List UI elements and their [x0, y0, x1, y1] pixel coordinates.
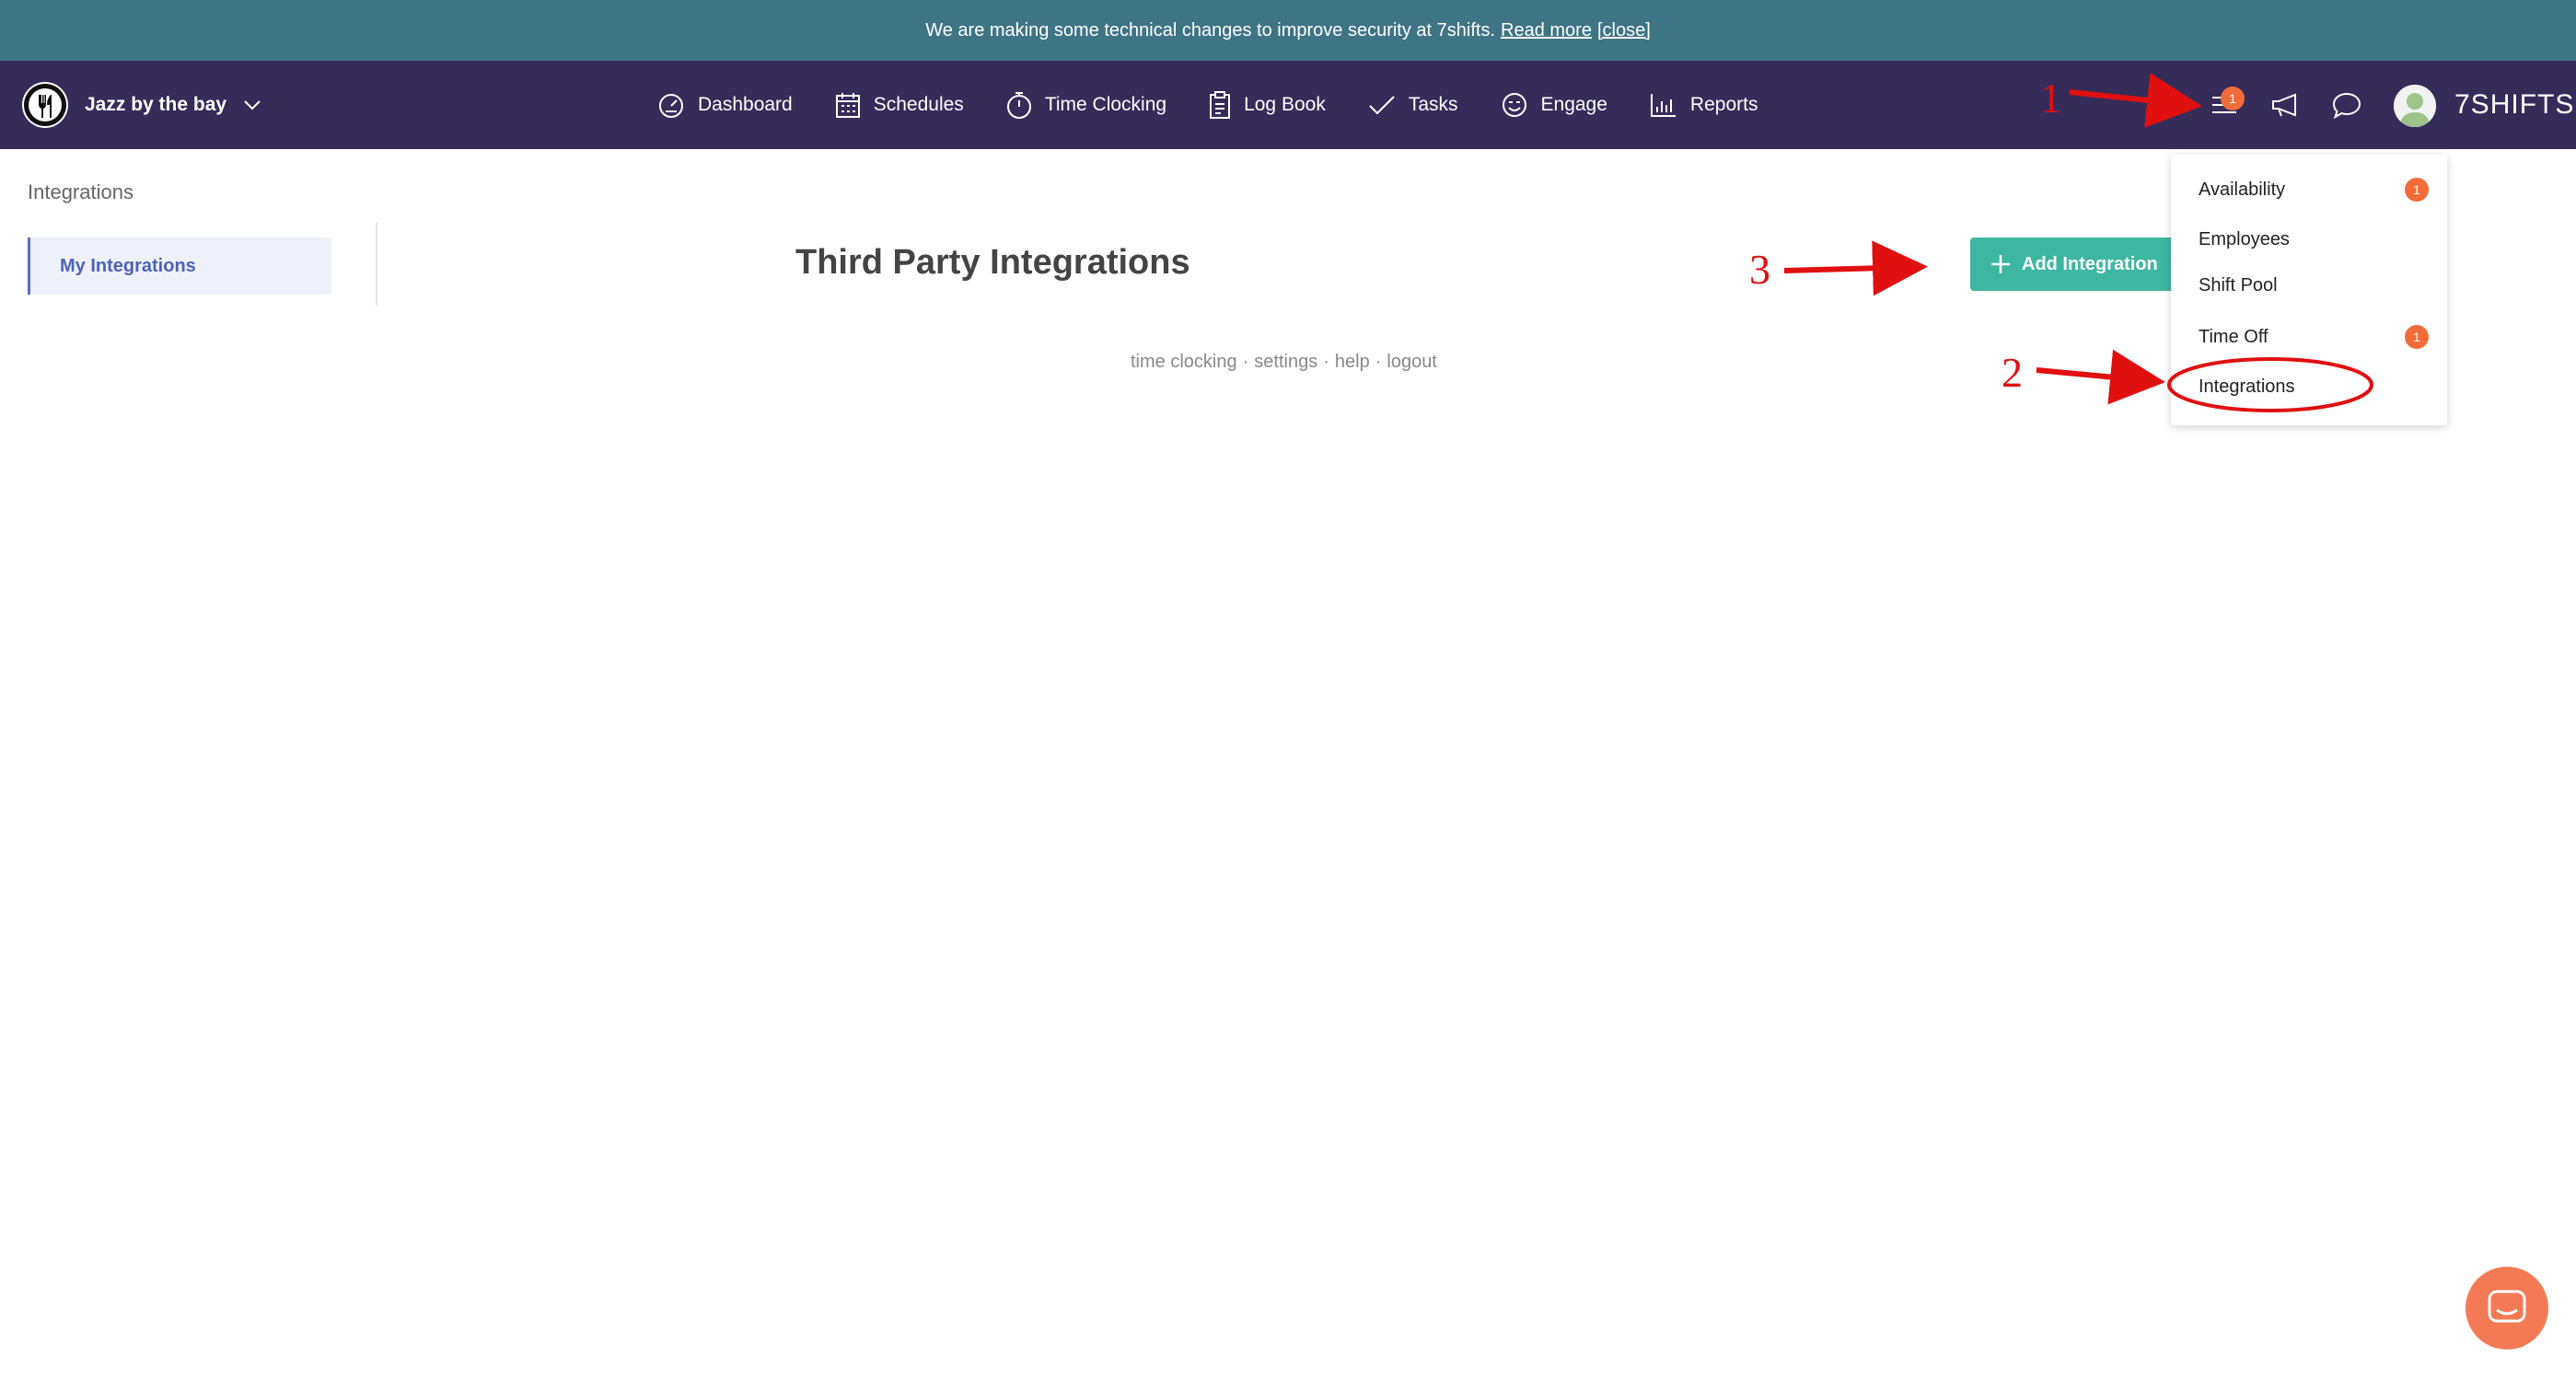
nav-time-clocking[interactable]: Time Clocking: [1006, 90, 1166, 120]
nav-time-clocking-label: Time Clocking: [1044, 94, 1167, 115]
menu-item-integrations[interactable]: Integrations: [2199, 372, 2429, 401]
restaurant-logo-icon: [22, 82, 68, 128]
megaphone-icon: [2272, 93, 2296, 117]
menu-item-label: Shift Pool: [2199, 274, 2278, 296]
page-title: Third Party Integrations: [795, 243, 1190, 282]
sidebar-item-my-integrations[interactable]: My Integrations: [28, 238, 331, 295]
nav-schedules[interactable]: Schedules: [835, 91, 964, 119]
read-more-link[interactable]: Read more: [1501, 20, 1592, 41]
chat-bubble-icon: [2332, 92, 2361, 119]
nav-dashboard-label: Dashboard: [698, 94, 793, 115]
announcements-button[interactable]: [2263, 61, 2309, 149]
menu-item-label: Availability: [2199, 179, 2286, 200]
nav-schedules-label: Schedules: [873, 94, 964, 115]
smiley-icon: [1502, 93, 1526, 117]
menu-item-label: Integrations: [2199, 376, 2295, 397]
main-nav: Dashboard Schedules Time Clocking Log Bo…: [657, 61, 1758, 149]
add-integration-button[interactable]: Add Integration: [1970, 238, 2187, 291]
7shifts-logo-text: 7SHIFTS: [2454, 89, 2575, 120]
menu-notification-badge: 1: [2221, 87, 2245, 110]
user-avatar-icon: [2394, 85, 2436, 127]
nav-reports[interactable]: Reports: [1650, 92, 1758, 118]
messages-button[interactable]: [2324, 61, 2370, 149]
availability-badge: 1: [2405, 178, 2429, 202]
hamburger-menu-button[interactable]: 1: [2200, 61, 2248, 149]
nav-engage-label: Engage: [1540, 94, 1607, 115]
chat-launcher-icon: [2488, 1290, 2526, 1323]
banner-message: We are making some technical changes to …: [925, 19, 1496, 41]
user-avatar[interactable]: [2394, 85, 2436, 127]
time-off-badge: 1: [2405, 325, 2429, 349]
footer-link-help[interactable]: help: [1335, 352, 1370, 373]
menu-item-availability[interactable]: Availability 1: [2199, 175, 2429, 204]
footer-link-logout[interactable]: logout: [1387, 352, 1437, 373]
footer-separator: ·: [1242, 352, 1249, 372]
add-integration-label: Add Integration: [2022, 253, 2158, 274]
annotation-arrow-2: [2036, 349, 2165, 405]
nav-tasks[interactable]: Tasks: [1368, 94, 1458, 116]
nav-reports-label: Reports: [1689, 94, 1758, 115]
annotation-step-1: 1: [2040, 75, 2061, 122]
menu-item-time-off[interactable]: Time Off 1: [2199, 322, 2429, 352]
footer-link-settings[interactable]: settings: [1254, 352, 1317, 373]
support-chat-launcher[interactable]: [2466, 1267, 2548, 1350]
menu-item-label: Time Off: [2199, 326, 2269, 347]
7shifts-logo[interactable]: 7SHIFTS: [2454, 83, 2574, 127]
plus-icon: [1991, 255, 2010, 273]
footer-separator: ·: [1375, 352, 1382, 372]
stopwatch-icon: [1006, 92, 1031, 119]
gauge-icon: [659, 94, 683, 118]
clipboard-icon: [1210, 91, 1231, 119]
footer-separator: ·: [1323, 352, 1329, 372]
nav-tasks-label: Tasks: [1408, 94, 1458, 115]
menu-item-shift-pool[interactable]: Shift Pool: [2199, 271, 2429, 300]
banner-close-link[interactable]: [close]: [1597, 20, 1651, 41]
sidebar-title: Integrations: [28, 180, 133, 203]
checkmark-icon: [1369, 96, 1395, 115]
sidebar-divider: [376, 223, 377, 306]
annotation-arrow-3: [1783, 240, 1928, 296]
nav-log-book[interactable]: Log Book: [1209, 90, 1326, 120]
footer-link-time-clocking[interactable]: time clocking: [1131, 352, 1237, 373]
nav-engage[interactable]: Engage: [1501, 91, 1607, 119]
bar-chart-icon: [1650, 94, 1676, 117]
hamburger-dropdown-menu: Availability 1 Employees Shift Pool Time…: [2171, 155, 2447, 425]
calendar-icon: [835, 93, 860, 118]
nav-log-book-label: Log Book: [1244, 94, 1326, 115]
top-navbar: Jazz by the bay Dashboard Schedules Time…: [0, 61, 2576, 149]
annotation-step-2: 2: [2002, 349, 2023, 396]
nav-dashboard[interactable]: Dashboard: [657, 91, 793, 119]
chevron-down-icon: [244, 100, 261, 110]
location-switcher[interactable]: Jazz by the bay: [22, 81, 261, 129]
annotation-step-3: 3: [1749, 246, 1770, 293]
footer-links: time clocking · settings · help · logout: [1131, 352, 1437, 373]
menu-item-label: Employees: [2199, 228, 2290, 249]
menu-item-employees[interactable]: Employees: [2199, 225, 2429, 254]
security-banner: We are making some technical changes to …: [0, 0, 2576, 61]
company-name: Jazz by the bay: [85, 94, 227, 115]
sidebar-item-label: My Integrations: [60, 255, 196, 276]
